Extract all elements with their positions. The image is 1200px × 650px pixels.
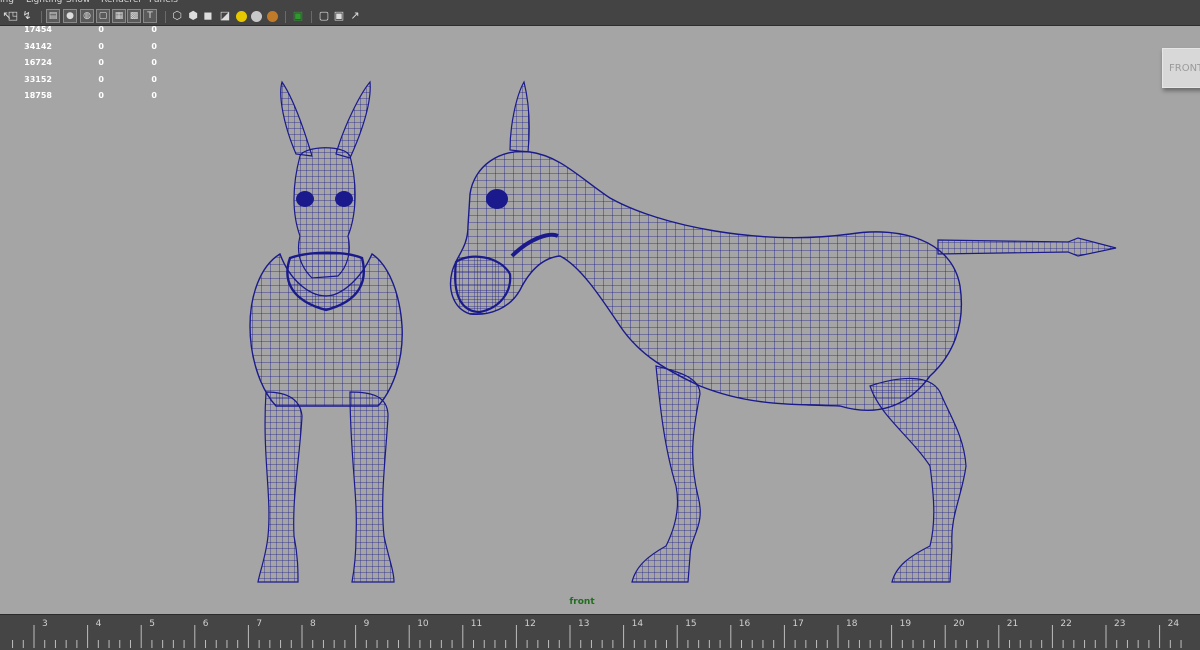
donkey-side-body xyxy=(449,150,963,411)
timeline-frame-label: 9 xyxy=(364,619,370,629)
polygon-cube-icon[interactable]: ⬢ xyxy=(186,9,200,23)
timeline-frame-label: 19 xyxy=(900,619,912,629)
shaded-cube-icon[interactable]: ◼ xyxy=(201,9,215,23)
timeline-frame-label: 3 xyxy=(42,619,48,629)
timeline-frame-label: 6 xyxy=(203,619,209,629)
resolution-gate-icon[interactable]: ▢ xyxy=(317,9,331,23)
donkey-front-right-ear xyxy=(335,80,371,159)
default-material-icon[interactable]: ▢ xyxy=(96,9,110,23)
time-slider[interactable]: 3 4 5 6 7 8 9 10 11 12 13 14 15 16 17 18 19 20 21 22 23 24 xyxy=(0,614,1200,650)
wireframe-on-shaded-icon[interactable]: ◍ xyxy=(80,9,94,23)
xray-joints-icon[interactable]: ▩ xyxy=(127,9,141,23)
menu-item[interactable]: Renderer xyxy=(101,0,142,5)
textured-icon[interactable]: T xyxy=(143,9,157,23)
donkey-side-view[interactable] xyxy=(449,80,1117,583)
frame-selected-icon[interactable]: ▣ xyxy=(291,9,305,23)
donkey-side-tail xyxy=(937,237,1117,257)
timeline-frame-label: 22 xyxy=(1060,619,1071,629)
checker-icon[interactable]: ◪ xyxy=(218,9,232,23)
timeline-frame-label: 5 xyxy=(149,619,155,629)
modeling-viewport[interactable]: 17454 0 0 34142 0 0 16724 0 0 33152 0 0 18758 0 0 xyxy=(0,25,1200,614)
material-sphere-icon[interactable] xyxy=(267,11,278,22)
wireframe-icon[interactable]: ▤ xyxy=(46,9,60,23)
camera-name-label: front xyxy=(569,597,595,607)
donkey-front-right-leg xyxy=(349,391,395,583)
timeline-frame-label: 17 xyxy=(792,619,803,629)
timeline-frame-label: 20 xyxy=(953,619,965,629)
toolbar-separator xyxy=(311,11,312,23)
time-slider-ticks: 3 4 5 6 7 8 9 10 11 12 13 14 15 16 17 18 19 20 21 22 23 24 xyxy=(12,619,1182,648)
default-light-icon[interactable] xyxy=(251,11,262,22)
menu-item[interactable]: Panels xyxy=(149,0,178,5)
use-all-lights-icon[interactable] xyxy=(236,11,247,22)
panel-menu-bar: ing Lighting Show Renderer Panels xyxy=(0,0,1200,8)
timeline-frame-label: 4 xyxy=(96,619,102,629)
timeline-frame-label: 15 xyxy=(685,619,696,629)
timeline-frame-label: 23 xyxy=(1114,619,1125,629)
menu-item[interactable]: Lighting xyxy=(26,0,62,5)
timeline-frame-label: 18 xyxy=(846,619,858,629)
camera-lock-icon[interactable]: ↗ xyxy=(348,9,362,23)
timeline-frame-label: 7 xyxy=(256,619,262,629)
timeline-frame-label: 14 xyxy=(632,619,644,629)
donkey-wireframe-models[interactable] xyxy=(0,26,1200,614)
timeline-frame-label: 8 xyxy=(310,619,316,629)
smooth-shade-icon[interactable]: ● xyxy=(63,9,77,23)
toolbar-separator xyxy=(285,11,286,23)
toolbar-separator xyxy=(165,11,166,23)
donkey-front-view[interactable] xyxy=(249,80,403,583)
donkey-front-left-ear xyxy=(280,80,313,157)
viewcube-label: FRONT xyxy=(1169,63,1200,74)
bookmark-icon[interactable]: ↯ xyxy=(20,9,34,23)
viewcube[interactable]: FRONT xyxy=(1162,48,1200,88)
toolbar-separator xyxy=(41,11,42,23)
timeline-frame-label: 24 xyxy=(1168,619,1180,629)
camera-attributes-icon[interactable]: ◳ xyxy=(6,9,20,23)
menu-item[interactable]: ing xyxy=(0,0,14,5)
donkey-front-left-leg xyxy=(257,391,303,583)
xray-icon[interactable]: ▦ xyxy=(112,9,126,23)
timeline-frame-label: 10 xyxy=(417,619,429,629)
timeline-frame-label: 13 xyxy=(578,619,589,629)
timeline-frame-label: 12 xyxy=(524,619,535,629)
panel-toolbar: ↖ ◳ ↯ ▤ ● ◍ ▢ ▦ ▩ T ⬡ ⬢ ◼ ◪ ▣ ▢ ▣ ↗ xyxy=(0,8,1200,26)
isolate-select-icon[interactable]: ⬡ xyxy=(170,9,184,23)
timeline-frame-label: 11 xyxy=(471,619,482,629)
menu-item[interactable]: Show xyxy=(66,0,90,5)
donkey-side-ear xyxy=(509,80,530,153)
donkey-side-hind-leg xyxy=(869,377,967,583)
timeline-frame-label: 21 xyxy=(1007,619,1018,629)
film-gate-icon[interactable]: ▣ xyxy=(332,9,346,23)
timeline-frame-label: 16 xyxy=(739,619,751,629)
donkey-side-front-leg xyxy=(631,365,701,583)
